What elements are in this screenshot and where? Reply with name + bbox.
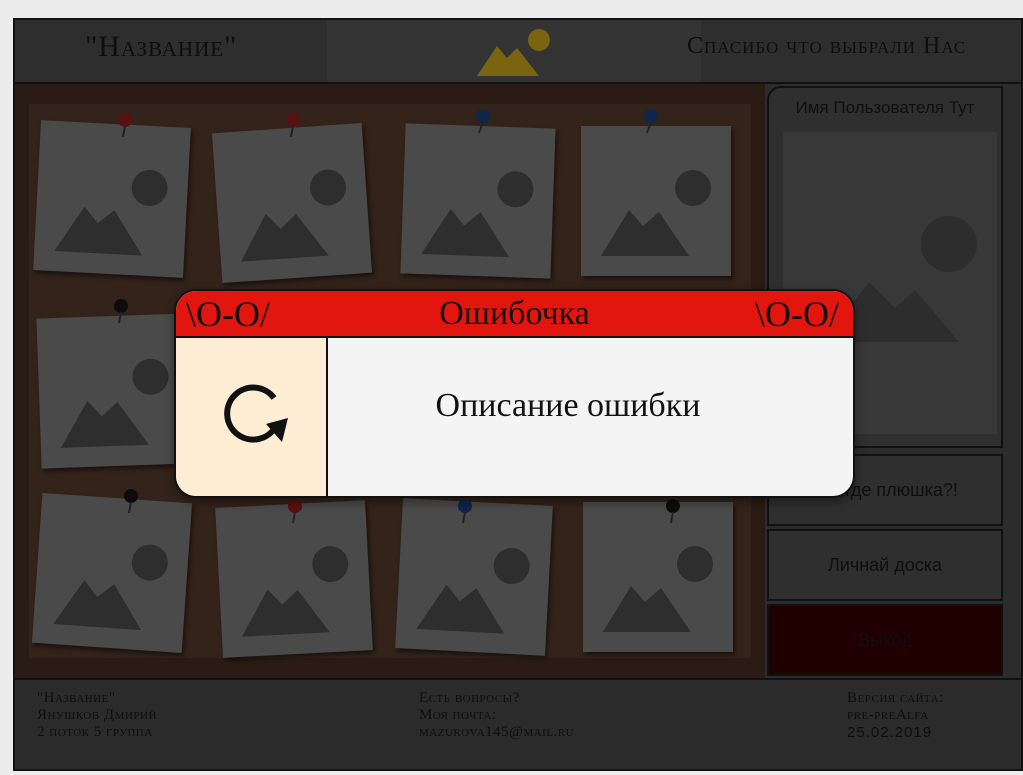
footer-version: Версия сайта: pre-preAlfa 25.02.2019 bbox=[847, 690, 944, 741]
red-pin-icon bbox=[288, 499, 302, 524]
footer-email-link[interactable]: mazurova145@mail.ru bbox=[419, 724, 574, 741]
modal-header: Ошибочка \O-O/ \O-O/ bbox=[176, 291, 853, 338]
photo-card[interactable] bbox=[36, 313, 192, 469]
blue-pin-icon bbox=[644, 109, 658, 134]
photo-card[interactable] bbox=[581, 126, 731, 276]
footer-author: "Название" Янушков Дмирий 2 поток 5 груп… bbox=[37, 690, 157, 741]
blue-pin-icon bbox=[476, 109, 490, 134]
header: "Название" Спасибо что выбрали Нас bbox=[15, 20, 1021, 84]
photo-card[interactable] bbox=[400, 123, 556, 279]
image-placeholder-icon bbox=[603, 546, 713, 632]
error-modal: Ошибочка \O-O/ \O-O/ Описание ошибки bbox=[174, 289, 855, 498]
image-placeholder-icon bbox=[421, 171, 534, 258]
photo-card[interactable] bbox=[583, 502, 733, 652]
site-title[interactable]: "Название" bbox=[85, 30, 237, 64]
modal-face-right: \O-O/ bbox=[755, 294, 839, 334]
logo[interactable] bbox=[327, 20, 701, 82]
photo-card[interactable] bbox=[31, 492, 193, 654]
reload-button[interactable] bbox=[176, 338, 328, 496]
footer-site-name: "Название" bbox=[37, 690, 116, 706]
modal-message: Описание ошибки bbox=[435, 387, 701, 424]
photo-card[interactable] bbox=[33, 120, 191, 278]
image-placeholder-icon bbox=[54, 169, 168, 256]
logo-image-icon bbox=[477, 29, 550, 76]
footer-contact: Есть вопросы? Моя почта: mazurova145@mai… bbox=[419, 690, 574, 741]
red-pin-icon bbox=[118, 113, 132, 138]
footer-questions: Есть вопросы? bbox=[419, 690, 520, 706]
modal-title: Ошибочка bbox=[439, 295, 590, 332]
black-pin-icon bbox=[666, 499, 680, 524]
footer-email-label: Моя почта: bbox=[419, 707, 497, 723]
reload-icon bbox=[224, 384, 288, 443]
footer-version-value: pre-preAlfa bbox=[847, 707, 929, 723]
modal-face-left: \O-O/ bbox=[186, 294, 270, 334]
blue-pin-icon bbox=[458, 499, 472, 524]
black-pin-icon bbox=[124, 489, 138, 514]
red-pin-icon bbox=[286, 113, 300, 138]
black-pin-icon bbox=[114, 299, 128, 324]
footer-group: 2 поток 5 группа bbox=[37, 724, 153, 740]
image-placeholder-icon bbox=[60, 358, 169, 448]
personal-board-button[interactable]: Личнай доска bbox=[767, 529, 1003, 601]
photo-card[interactable] bbox=[211, 122, 373, 284]
profile-username: Имя Пользователя Тут bbox=[795, 98, 975, 117]
footer-author-name: Янушков Дмирий bbox=[37, 707, 157, 723]
image-placeholder-icon bbox=[53, 544, 168, 631]
footer-date: 25.02.2019 bbox=[847, 724, 933, 741]
image-placeholder-icon bbox=[240, 169, 347, 262]
exit-button[interactable]: Выход bbox=[767, 604, 1003, 676]
footer: "Название" Янушков Дмирий 2 поток 5 груп… bbox=[15, 678, 1021, 769]
footer-version-label: Версия сайта: bbox=[847, 690, 944, 706]
image-placeholder-icon bbox=[601, 170, 711, 256]
header-tagline: Спасибо что выбрали Нас bbox=[687, 33, 967, 59]
